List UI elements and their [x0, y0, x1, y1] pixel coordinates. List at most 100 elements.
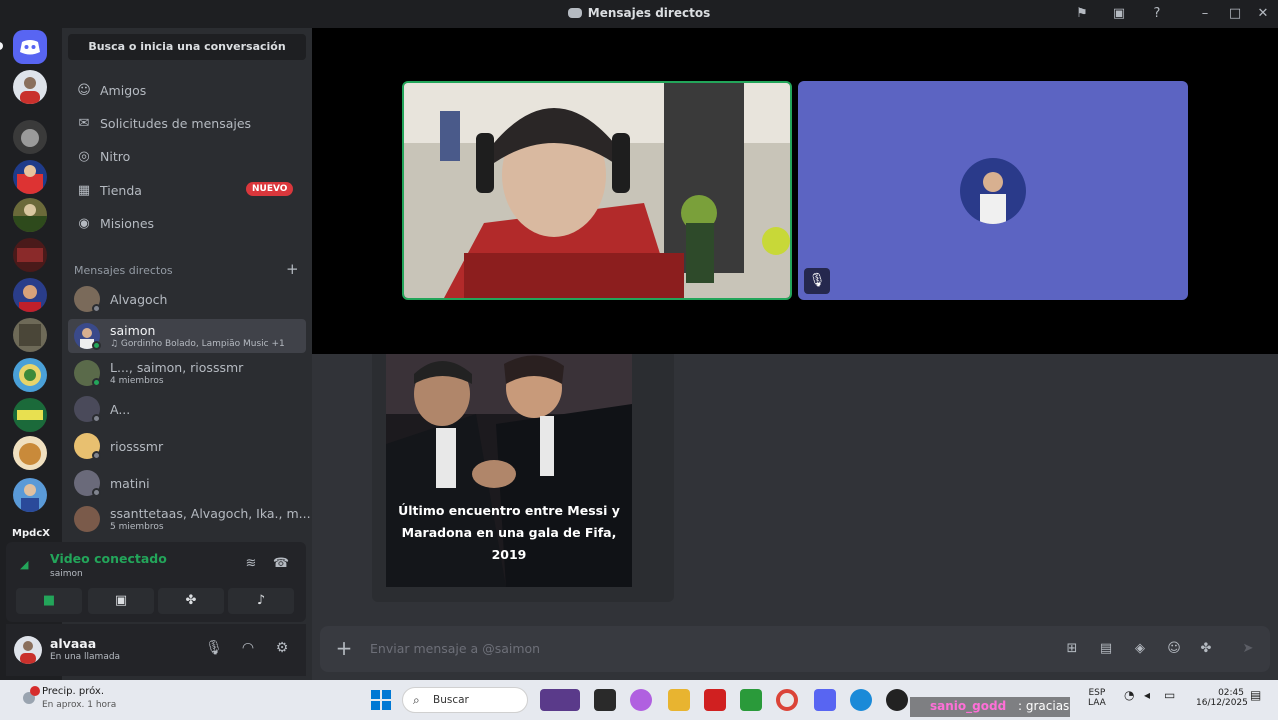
title-bar: Mensajes directos ⚑ ▣ ? – □ ✕: [0, 0, 1278, 28]
username: alvaaa: [50, 636, 97, 651]
discord-small-icon: [567, 8, 582, 18]
record-app-icon[interactable]: [886, 689, 908, 711]
video-tile-remote[interactable]: 🎙: [798, 81, 1188, 300]
voice-status-title[interactable]: Video conectado: [50, 551, 167, 566]
taskbar-search[interactable]: ⌕ Buscar: [402, 687, 528, 713]
guild-avatar-1[interactable]: [13, 70, 47, 104]
guild-avatar-6[interactable]: [13, 278, 47, 312]
nav-nitro[interactable]: ◎ Nitro: [68, 141, 306, 171]
search-input[interactable]: Busca o inicia una conversación: [68, 34, 306, 60]
webcam-feed: [404, 83, 790, 298]
guild-avatar-11[interactable]: [13, 478, 47, 512]
screen-share-button[interactable]: ▣: [88, 588, 154, 614]
guild-avatar-4[interactable]: [13, 198, 47, 232]
friends-icon: ☺: [77, 83, 91, 98]
avatar[interactable]: [14, 636, 42, 664]
battery-icon[interactable]: ▭: [1164, 688, 1175, 702]
dm-item-matini[interactable]: matini: [68, 466, 306, 500]
overlay-message: : gracias: [1018, 699, 1070, 713]
edge-icon[interactable]: [850, 689, 872, 711]
game-app-icon[interactable]: [540, 689, 580, 711]
status-dot: [92, 378, 101, 387]
dm-item-saimon[interactable]: saimon ♫ Gordinho Bolado, Lampião Music …: [68, 319, 306, 353]
settings-gear-icon[interactable]: ⚙: [272, 640, 292, 660]
stream-chat-overlay: sanio_godd : gracias: [910, 697, 1070, 717]
guild-avatar-10[interactable]: [13, 436, 47, 470]
disconnect-icon[interactable]: ☎: [270, 556, 292, 576]
gift-icon[interactable]: ⊞: [1062, 639, 1082, 659]
headphones-icon[interactable]: ◠: [238, 640, 258, 660]
apps-icon[interactable]: ✤: [1196, 639, 1216, 659]
red-app-icon[interactable]: [704, 689, 726, 711]
dm-item-group-1[interactable]: L..., saimon, riosssmr 4 miembros: [68, 356, 306, 390]
nav-friends[interactable]: ☺ Amigos: [68, 75, 306, 105]
message-composer: + Enviar mensaje a @saimon ⊞ ▤ ◈ ☺ ✤ ➤: [320, 626, 1270, 672]
copilot-app-icon[interactable]: [630, 689, 652, 711]
nav-quests[interactable]: ◉ Misiones: [68, 208, 306, 238]
emoji-icon[interactable]: ☺: [1164, 639, 1184, 659]
status-dot: [92, 304, 101, 313]
dm-item-a[interactable]: A...: [68, 392, 306, 426]
sticker-icon[interactable]: ◈: [1130, 639, 1150, 659]
embed-caption: Último encuentro entre Messi y Maradona …: [398, 503, 620, 562]
avatar: [74, 506, 100, 532]
status-dot: [92, 414, 101, 423]
inbox-flag-icon[interactable]: ⚑: [1073, 5, 1091, 23]
guild-avatar-7[interactable]: [13, 318, 47, 352]
noise-suppression-icon[interactable]: ≋: [240, 556, 262, 576]
user-panel: alvaaa En una llamada 🎙 ◠ ⚙: [6, 624, 306, 676]
create-dm-plus-icon[interactable]: +: [286, 260, 299, 278]
message-requests-icon: ✉: [78, 116, 90, 131]
guild-avatar-5[interactable]: [13, 238, 47, 272]
activities-button[interactable]: ✤: [158, 588, 224, 614]
gif-icon[interactable]: ▤: [1096, 639, 1116, 659]
file-explorer-icon[interactable]: [668, 689, 690, 711]
signal-icon: ◢: [20, 558, 29, 571]
home-button[interactable]: [13, 30, 47, 64]
weather-subtitle: En aprox. 1 hora: [42, 700, 117, 710]
nav-shop[interactable]: ▦ Tienda NUEVO: [68, 175, 306, 205]
weather-title[interactable]: Precip. próx.: [42, 686, 104, 697]
nav-message-requests[interactable]: ✉ Solicitudes de mensajes: [68, 108, 306, 138]
guild-folder-label[interactable]: MpdcX: [0, 528, 62, 539]
video-embed[interactable]: Último encuentro entre Messi y Maradona …: [372, 354, 674, 602]
weather-icon[interactable]: [18, 686, 40, 708]
keyboard-language[interactable]: ESP LAA: [1088, 688, 1106, 708]
microphone-icon[interactable]: 🎙: [204, 640, 224, 660]
camera-button[interactable]: ■: [16, 588, 82, 614]
notification-icon[interactable]: ▤: [1250, 688, 1261, 702]
voice-channel-name: saimon: [50, 569, 83, 579]
attach-plus-icon[interactable]: +: [332, 636, 356, 660]
chrome-icon[interactable]: [776, 689, 798, 711]
clock[interactable]: 02:45 16/12/2025: [1196, 688, 1248, 708]
wifi-icon[interactable]: ◔: [1124, 688, 1134, 702]
message-input[interactable]: Enviar mensaje a @saimon: [370, 641, 540, 656]
maximize-icon[interactable]: □: [1226, 5, 1244, 23]
guild-avatar-9[interactable]: [13, 398, 47, 432]
volume-icon[interactable]: ◂: [1144, 688, 1150, 702]
nitro-icon: ◎: [78, 149, 90, 164]
status-dot: [92, 488, 101, 497]
soundboard-button[interactable]: ♪: [228, 588, 294, 614]
dm-item-group-2[interactable]: ssanttetaas, Alvagoch, Ika., m... 5 miem…: [68, 502, 311, 536]
send-icon[interactable]: ➤: [1238, 639, 1258, 659]
guild-avatar-3[interactable]: [13, 160, 47, 194]
help-icon[interactable]: ?: [1148, 5, 1166, 23]
minimize-icon[interactable]: –: [1196, 5, 1214, 23]
screen-share-icon[interactable]: ▣: [1110, 5, 1128, 23]
video-tile-self[interactable]: [402, 81, 792, 300]
close-icon[interactable]: ✕: [1254, 5, 1272, 23]
guild-avatar-2[interactable]: [13, 120, 47, 154]
dm-item-riosssmr[interactable]: riosssmr: [68, 429, 306, 463]
new-badge: NUEVO: [246, 182, 294, 196]
status-dot: [92, 341, 101, 350]
dm-item-alvagoch[interactable]: Alvagoch: [68, 282, 306, 316]
discord-taskbar-icon[interactable]: [814, 689, 836, 711]
windows-start-icon[interactable]: [371, 690, 391, 710]
green-app-icon[interactable]: [740, 689, 762, 711]
selected-pill: [0, 42, 3, 50]
terminal-app-icon[interactable]: [594, 689, 616, 711]
guild-avatar-8[interactable]: [13, 358, 47, 392]
search-icon: ⌕: [413, 693, 420, 707]
user-status: En una llamada: [50, 652, 121, 662]
